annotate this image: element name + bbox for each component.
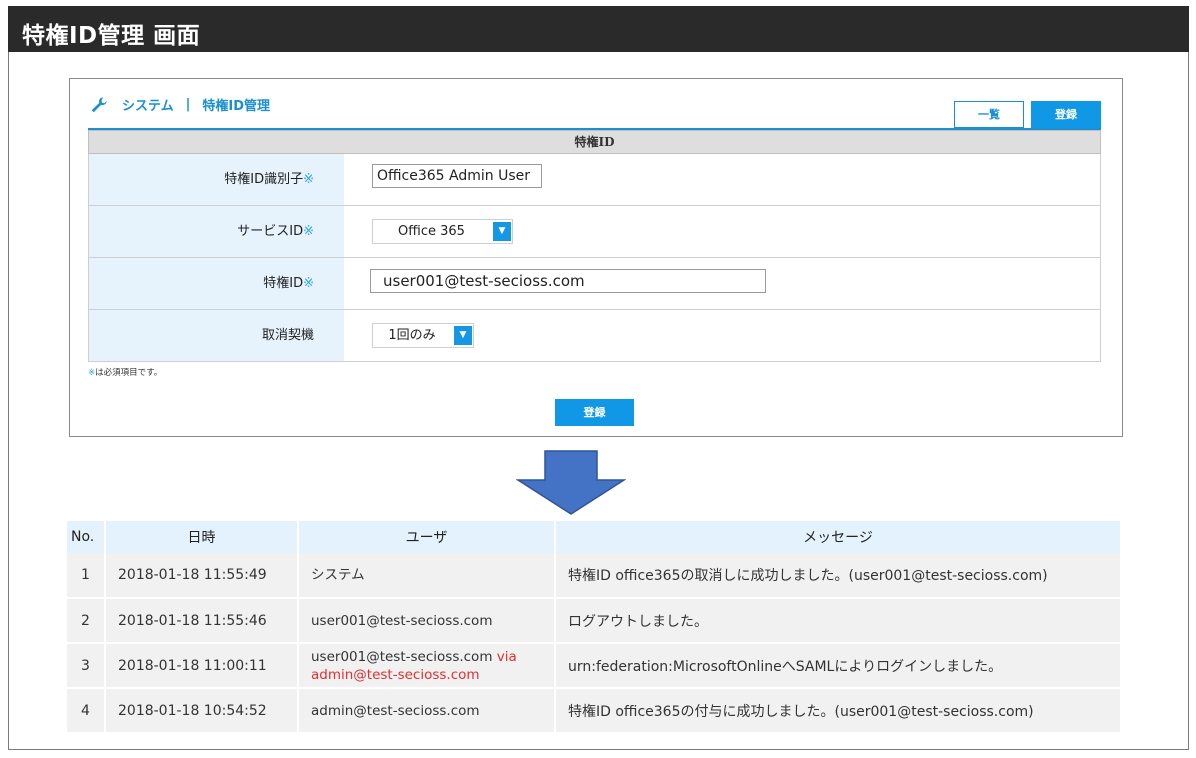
identifier-input[interactable]: Office365 Admin User — [372, 164, 542, 188]
chevron-down-icon[interactable]: ▼ — [454, 326, 472, 345]
required-note: ※は必須項目です。 — [88, 368, 163, 378]
row-user: admin@test-secioss.com — [298, 688, 556, 734]
row-datetime: 2018-01-18 11:55:49 — [105, 553, 299, 599]
privileged-id-form: 特権ID 特権ID識別子※ Office365 Admin User サービスI… — [88, 128, 1101, 362]
row-datetime: 2018-01-18 11:00:11 — [105, 643, 299, 689]
row-datetime: 2018-01-18 10:54:52 — [105, 688, 299, 734]
submit-button[interactable]: 登録 — [555, 399, 634, 426]
row-no: 1 — [67, 553, 106, 599]
privileged-id-label: 特権ID※ — [89, 258, 344, 309]
row-user: user001@test-secioss.com — [298, 598, 556, 644]
header-message: メッセージ — [555, 521, 1122, 553]
trigger-select-value: 1回のみ — [388, 328, 436, 343]
trigger-label: 取消契機 — [89, 310, 344, 361]
privileged-id-input[interactable]: user001@test-secioss.com — [370, 269, 766, 293]
header-datetime: 日時 — [105, 521, 299, 553]
service-select-value: Office 365 — [398, 224, 465, 239]
required-mark: ※ — [303, 276, 314, 291]
row-no: 3 — [67, 643, 106, 689]
form-section-title: 特権ID — [88, 130, 1101, 154]
form-row-privileged-id: 特権ID※ user001@test-secioss.com — [88, 258, 1101, 310]
wrench-icon — [91, 96, 107, 112]
row-message: urn:federation:MicrosoftOnlineへSAMLによりログ… — [555, 643, 1122, 689]
table-row: 4 2018-01-18 10:54:52 admin@test-secioss… — [67, 688, 1122, 734]
page-title: 特権ID管理 画面 — [8, 6, 1189, 52]
header-user: ユーザ — [298, 521, 556, 553]
row-user: user001@test-secioss.com via admin@test-… — [298, 643, 556, 689]
register-button-top[interactable]: 登録 — [1031, 101, 1101, 128]
log-header-row: No. 日時 ユーザ メッセージ — [67, 521, 1122, 553]
row-user: システム — [298, 553, 556, 599]
row-message: 特権ID office365の付与に成功しました。(user001@test-s… — [555, 688, 1122, 734]
service-label: サービスID※ — [89, 206, 344, 257]
breadcrumb-separator: | — [185, 97, 191, 112]
service-select[interactable]: Office 365 ▼ — [372, 219, 513, 244]
breadcrumb: システム | 特権ID管理 — [90, 95, 270, 114]
required-mark: ※ — [303, 172, 314, 187]
audit-log-table: No. 日時 ユーザ メッセージ 1 2018-01-18 11:55:49 シ… — [67, 521, 1122, 734]
row-user-name: user001@test-secioss.com — [311, 648, 493, 665]
table-row: 2 2018-01-18 11:55:46 user001@test-secio… — [67, 598, 1122, 644]
required-mark: ※ — [303, 224, 314, 239]
row-no: 2 — [67, 598, 106, 644]
header-no: No. — [67, 521, 106, 553]
chevron-down-icon[interactable]: ▼ — [493, 222, 511, 241]
identifier-label: 特権ID識別子※ — [89, 154, 344, 205]
table-row: 3 2018-01-18 11:00:11 user001@test-secio… — [67, 643, 1122, 689]
row-datetime: 2018-01-18 11:55:46 — [105, 598, 299, 644]
form-row-identifier: 特権ID識別子※ Office365 Admin User — [88, 154, 1101, 206]
row-message: ログアウトしました。 — [555, 598, 1122, 644]
trigger-select[interactable]: 1回のみ ▼ — [372, 323, 474, 348]
privileged-id-panel: システム | 特権ID管理 一覧 登録 特権ID 特権ID識別子※ Office… — [69, 78, 1123, 437]
down-arrow-icon — [516, 450, 626, 515]
row-no: 4 — [67, 688, 106, 734]
table-row: 1 2018-01-18 11:55:49 システム 特権ID office36… — [67, 553, 1122, 599]
breadcrumb-system-link[interactable]: システム — [122, 95, 174, 114]
row-message: 特権ID office365の取消しに成功しました。(user001@test-… — [555, 553, 1122, 599]
list-button[interactable]: 一覧 — [954, 101, 1024, 128]
breadcrumb-current-page: 特権ID管理 — [202, 99, 271, 114]
form-row-service: サービスID※ Office 365 ▼ — [88, 206, 1101, 258]
form-row-trigger: 取消契機 1回のみ ▼ — [88, 310, 1101, 362]
